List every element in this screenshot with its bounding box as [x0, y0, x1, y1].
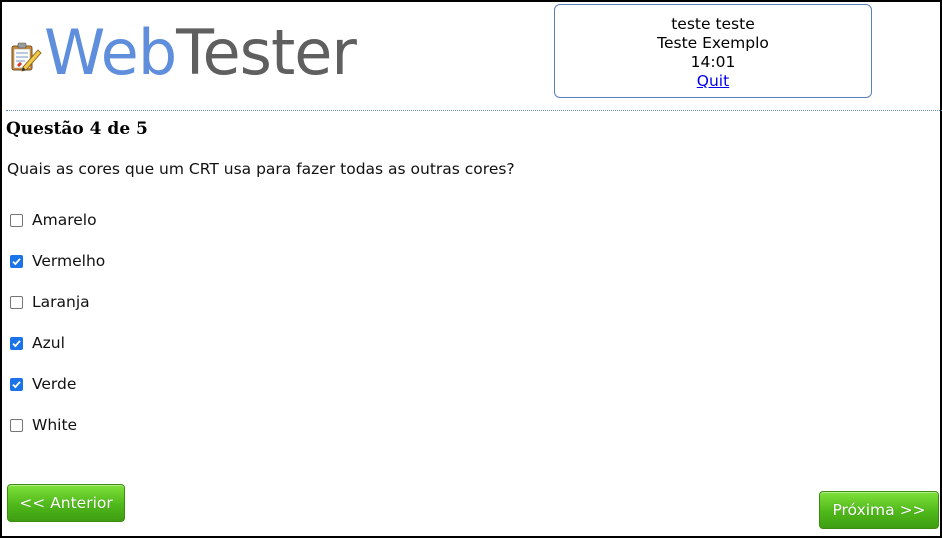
answer-label: Laranja — [32, 292, 90, 311]
answer-option-azul[interactable]: Azul — [10, 322, 105, 363]
answer-option-verde[interactable]: Verde — [10, 363, 105, 404]
answer-label: Verde — [32, 374, 77, 393]
answer-option-laranja[interactable]: Laranja — [10, 281, 105, 322]
next-button[interactable]: Próxima >> — [819, 491, 939, 529]
checkmark-icon — [12, 381, 21, 389]
logo-wordmark: WebTester — [44, 16, 357, 89]
answer-label: Vermelho — [32, 251, 106, 270]
session-info-box: teste teste Teste Exemplo 14:01 Quit — [554, 4, 872, 98]
answer-label: Amarelo — [32, 210, 97, 229]
question-text: Quais as cores que um CRT usa para fazer… — [7, 160, 515, 178]
answer-options: Amarelo Vermelho Laranja Azul Verde Whit… — [10, 199, 105, 445]
quit-link[interactable]: Quit — [697, 72, 729, 90]
timer: 14:01 — [690, 53, 736, 71]
checkbox[interactable] — [10, 214, 23, 227]
checkbox[interactable] — [10, 337, 23, 350]
question-title: Questão 4 de 5 — [6, 119, 148, 139]
answer-label: Azul — [32, 333, 65, 352]
checkbox[interactable] — [10, 255, 23, 268]
answer-option-amarelo[interactable]: Amarelo — [10, 199, 105, 240]
checkbox[interactable] — [10, 296, 23, 309]
checkmark-icon — [12, 340, 21, 348]
user-name: teste teste — [671, 15, 755, 33]
checkmark-icon — [12, 258, 21, 266]
webtester-logo: WebTester — [8, 16, 357, 89]
test-name: Teste Exemplo — [657, 34, 769, 52]
checkbox[interactable] — [10, 419, 23, 432]
header-divider — [6, 110, 942, 111]
answer-label: White — [32, 415, 78, 434]
previous-button[interactable]: << Anterior — [7, 484, 125, 522]
notepad-edit-icon — [11, 42, 42, 72]
checkbox[interactable] — [10, 378, 23, 391]
answer-option-white[interactable]: White — [10, 404, 105, 445]
answer-option-vermelho[interactable]: Vermelho — [10, 240, 105, 281]
